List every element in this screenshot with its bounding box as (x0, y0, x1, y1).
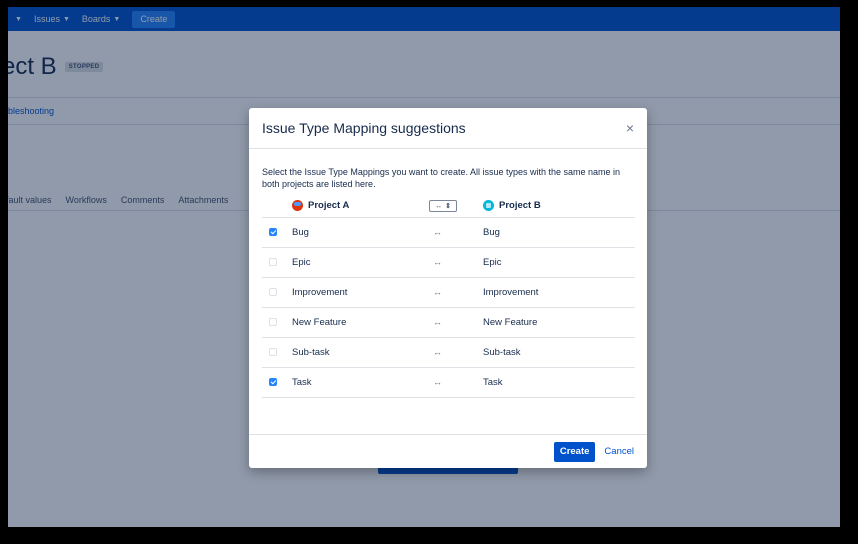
mapping-checkbox[interactable] (269, 227, 277, 236)
table-row: Improvement ↔ Improvement (262, 277, 635, 308)
header-project-b: Project B (483, 195, 635, 218)
dialog-header: Issue Type Mapping suggestions × (249, 108, 647, 149)
row-check-cell (262, 337, 292, 368)
dialog-footer: Create Cancel (249, 434, 647, 468)
project-a-label: Project A (308, 200, 350, 212)
row-project-b-type: Bug (483, 217, 635, 248)
row-check-cell (262, 217, 292, 248)
table-row: Task ↔ Task (262, 367, 635, 398)
row-check-cell (262, 277, 292, 308)
mapping-arrow-icon: ↔ (422, 277, 483, 308)
issue-type-mapping-dialog: Issue Type Mapping suggestions × Select … (249, 108, 647, 468)
swap-updown-icon: ⇕ (445, 203, 451, 210)
swap-projects-button[interactable]: ↔ ⇕ (429, 200, 457, 212)
dialog-title: Issue Type Mapping suggestions (262, 120, 466, 136)
mapping-checkbox[interactable] (269, 317, 277, 326)
project-a-avatar-icon (292, 200, 303, 212)
mapping-checkbox[interactable] (269, 257, 277, 266)
app-screen: ▼ Issues ▼ Boards ▼ Create ect B STOPPED… (8, 7, 840, 527)
row-project-a-type: New Feature (292, 307, 422, 338)
row-project-a-type: Sub-task (292, 337, 422, 368)
table-row: New Feature ↔ New Feature (262, 307, 635, 338)
mapping-arrow-icon: ↔ (422, 367, 483, 398)
screenshot-frame: ▼ Issues ▼ Boards ▼ Create ect B STOPPED… (0, 0, 858, 544)
row-project-b-type: New Feature (483, 307, 635, 338)
mapping-checkbox[interactable] (269, 287, 277, 296)
row-project-b-type: Task (483, 367, 635, 398)
mapping-checkbox[interactable] (269, 347, 277, 356)
table-row: Epic ↔ Epic (262, 247, 635, 278)
mapping-table-header: Project A ↔ ⇕ Project B (262, 195, 635, 218)
row-project-a-type: Improvement (292, 277, 422, 308)
dialog-body: Select the Issue Type Mappings you want … (249, 149, 647, 398)
row-project-b-type: Epic (483, 247, 635, 278)
swap-arrows-icon: ↔ (435, 202, 443, 210)
header-swap-cell: ↔ ⇕ (422, 195, 483, 218)
create-button[interactable]: Create (553, 441, 596, 462)
row-project-a-type: Epic (292, 247, 422, 278)
header-check-cell (262, 195, 292, 218)
row-check-cell (262, 367, 292, 398)
row-check-cell (262, 247, 292, 278)
header-project-a: Project A (292, 195, 422, 218)
row-project-a-type: Bug (292, 217, 422, 248)
mapping-arrow-icon: ↔ (422, 337, 483, 368)
mapping-table: Project A ↔ ⇕ Project B Bug ↔ Bug Epic ↔… (262, 195, 635, 398)
row-project-b-type: Sub-task (483, 337, 635, 368)
row-project-a-type: Task (292, 367, 422, 398)
row-project-b-type: Improvement (483, 277, 635, 308)
table-row: Sub-task ↔ Sub-task (262, 337, 635, 368)
row-check-cell (262, 307, 292, 338)
project-b-label: Project B (499, 200, 541, 212)
dialog-description: Select the Issue Type Mappings you want … (262, 167, 621, 189)
close-icon[interactable]: × (626, 120, 634, 136)
cancel-button[interactable]: Cancel (604, 446, 634, 457)
mapping-arrow-icon: ↔ (422, 247, 483, 278)
project-b-avatar-icon (483, 200, 494, 212)
mapping-arrow-icon: ↔ (422, 217, 483, 248)
mapping-arrow-icon: ↔ (422, 307, 483, 338)
mapping-checkbox[interactable] (269, 377, 277, 386)
table-row: Bug ↔ Bug (262, 217, 635, 248)
